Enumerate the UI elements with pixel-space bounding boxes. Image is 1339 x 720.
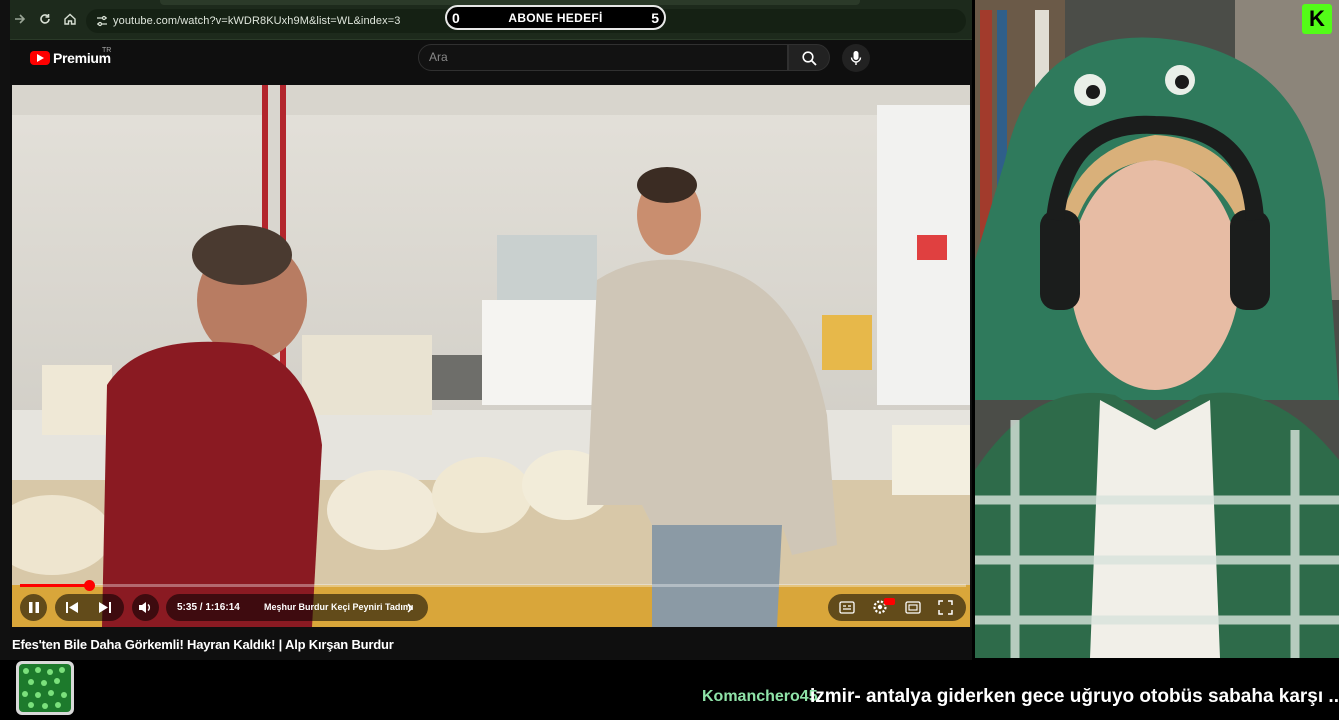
fullscreen-icon[interactable] bbox=[938, 600, 953, 615]
browser-edge bbox=[0, 0, 10, 660]
webcam-feed bbox=[975, 0, 1339, 658]
microphone-icon bbox=[850, 51, 862, 65]
search-icon bbox=[802, 51, 817, 66]
video-player[interactable] bbox=[12, 85, 970, 627]
url-text[interactable]: youtube.com/watch?v=kWDR8KUxh9M&list=WL&… bbox=[113, 15, 400, 27]
goal-title: ABONE HEDEFİ bbox=[508, 11, 603, 25]
chat-emote-icon bbox=[16, 661, 74, 715]
video-title[interactable]: Efes'ten Bile Daha Görkemli! Hayran Kald… bbox=[12, 637, 394, 652]
next-icon[interactable] bbox=[98, 601, 112, 614]
volume-icon bbox=[139, 602, 150, 613]
voice-search-button[interactable] bbox=[842, 44, 870, 72]
subtitles-icon[interactable] bbox=[839, 601, 855, 614]
browser-window: youtube.com/watch?v=kWDR8KUxh9M&list=WL&… bbox=[0, 0, 972, 660]
progress-scrubber[interactable] bbox=[84, 580, 96, 591]
previous-icon[interactable] bbox=[65, 601, 79, 614]
theater-mode-icon[interactable] bbox=[905, 601, 921, 614]
prev-next-controls bbox=[55, 594, 124, 621]
pause-icon bbox=[29, 602, 39, 613]
site-settings-icon[interactable] bbox=[96, 14, 108, 27]
chapter-title[interactable]: Meşhur Burdur Keçi Peyniri Tadımı bbox=[264, 602, 413, 612]
home-icon[interactable] bbox=[62, 12, 78, 28]
youtube-play-glyph bbox=[37, 54, 44, 62]
webcam-scene bbox=[975, 0, 1339, 658]
subscriber-goal-widget: 0 ABONE HEDEFİ 5 bbox=[445, 5, 666, 30]
progress-played bbox=[20, 584, 90, 587]
forward-icon[interactable] bbox=[12, 12, 28, 28]
search-box[interactable] bbox=[418, 44, 788, 71]
search-input[interactable] bbox=[429, 50, 769, 64]
time-display: 5:35 / 1:16:14 bbox=[177, 602, 240, 613]
goal-target: 5 bbox=[651, 10, 659, 26]
right-controls bbox=[828, 594, 966, 621]
video-frame-scene bbox=[12, 85, 970, 627]
chat-message: izmir- antalya giderken gece uğruyo otob… bbox=[810, 686, 1339, 707]
chevron-right-icon[interactable] bbox=[406, 603, 414, 613]
stream-layout: youtube.com/watch?v=kWDR8KUxh9M&list=WL&… bbox=[0, 0, 1339, 720]
play-pause-button[interactable] bbox=[20, 594, 47, 621]
progress-bar[interactable] bbox=[20, 584, 966, 587]
volume-button[interactable] bbox=[132, 594, 159, 621]
quality-badge bbox=[884, 598, 895, 605]
chat-username: Komanchero45 bbox=[702, 688, 818, 705]
search-button[interactable] bbox=[788, 44, 830, 71]
region-code: TR bbox=[102, 47, 112, 54]
reload-icon[interactable] bbox=[37, 12, 53, 28]
kick-logo-icon: K bbox=[1302, 4, 1332, 34]
